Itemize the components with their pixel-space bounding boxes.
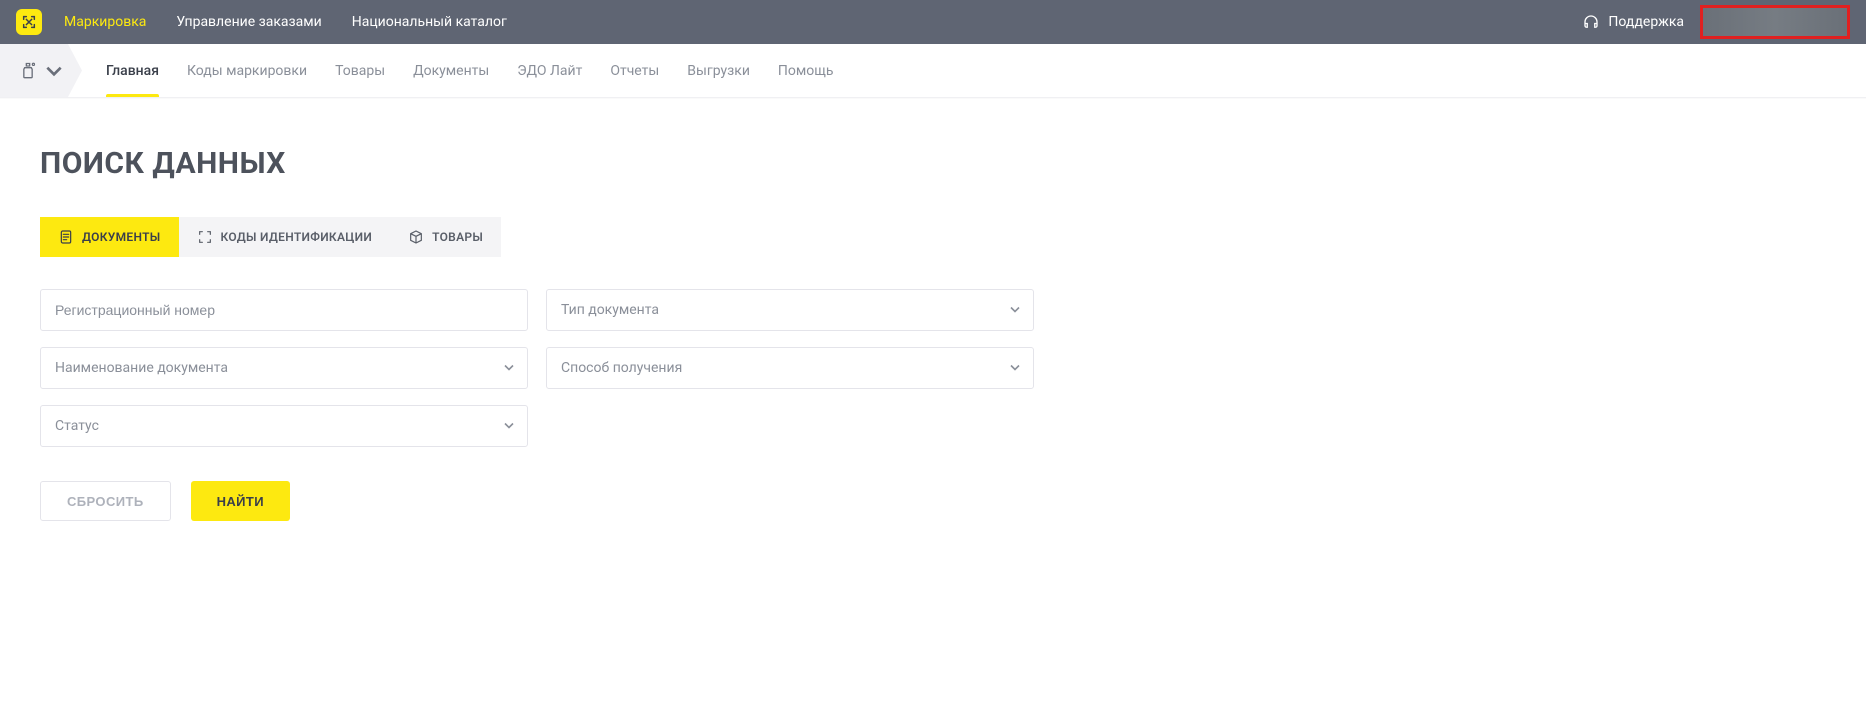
tab-edo-lite[interactable]: ЭДО Лайт — [517, 44, 582, 97]
top-nav-marking[interactable]: Маркировка — [64, 14, 146, 30]
doc-name-placeholder: Наименование документа — [55, 360, 513, 376]
main-content: ПОИСК ДАННЫХ ДОКУМЕНТЫ КОДЫ ИДЕНТИФИКАЦИ… — [0, 98, 1866, 561]
tab-documents[interactable]: Документы — [413, 44, 489, 97]
receive-method-placeholder: Способ получения — [561, 360, 1019, 376]
filter-tab-id-codes[interactable]: КОДЫ ИДЕНТИФИКАЦИИ — [179, 217, 391, 257]
support-link[interactable]: Поддержка — [1582, 13, 1684, 31]
sub-header: Главная Коды маркировки Товары Документы… — [0, 44, 1866, 98]
top-nav-catalog[interactable]: Национальный каталог — [352, 14, 507, 30]
top-header: Маркировка Управление заказами Националь… — [0, 0, 1866, 44]
filter-tab-documents[interactable]: ДОКУМЕНТЫ — [40, 217, 179, 257]
logo-icon — [21, 14, 37, 30]
form-actions: СБРОСИТЬ НАЙТИ — [40, 481, 1826, 521]
top-nav: Маркировка Управление заказами Националь… — [64, 14, 507, 30]
sub-tabs: Главная Коды маркировки Товары Документы… — [82, 44, 833, 97]
tab-marking-codes[interactable]: Коды маркировки — [187, 44, 307, 97]
top-nav-orders[interactable]: Управление заказами — [176, 14, 321, 30]
filter-tab-documents-label: ДОКУМЕНТЫ — [82, 230, 161, 244]
perfume-bottle-icon — [18, 61, 38, 81]
search-button[interactable]: НАЙТИ — [191, 481, 290, 521]
doc-type-field[interactable]: Тип документа — [546, 289, 1034, 331]
chevron-down-icon — [44, 61, 64, 81]
tab-goods[interactable]: Товары — [335, 44, 385, 97]
user-account-redacted[interactable] — [1700, 5, 1850, 39]
filter-tabs: ДОКУМЕНТЫ КОДЫ ИДЕНТИФИКАЦИИ ТОВАРЫ — [40, 217, 1826, 257]
doc-type-placeholder: Тип документа — [561, 302, 1019, 318]
app-logo[interactable] — [16, 9, 42, 35]
headset-icon — [1582, 13, 1600, 31]
status-field[interactable]: Статус — [40, 405, 528, 447]
scan-icon — [197, 229, 213, 245]
tab-help[interactable]: Помощь — [778, 44, 834, 97]
tab-main[interactable]: Главная — [106, 44, 159, 97]
search-form: Тип документа Наименование документа Спо… — [40, 289, 1826, 447]
tab-exports[interactable]: Выгрузки — [687, 44, 750, 97]
category-selector[interactable] — [0, 44, 82, 97]
page-title: ПОИСК ДАННЫХ — [40, 146, 1826, 181]
document-icon — [58, 229, 74, 245]
tab-reports[interactable]: Отчеты — [610, 44, 659, 97]
support-label: Поддержка — [1608, 14, 1684, 30]
filter-tab-id-codes-label: КОДЫ ИДЕНТИФИКАЦИИ — [221, 230, 373, 244]
box-icon — [408, 229, 424, 245]
registration-number-field[interactable] — [40, 289, 528, 331]
filter-tab-goods-label: ТОВАРЫ — [432, 230, 483, 244]
doc-name-field[interactable]: Наименование документа — [40, 347, 528, 389]
filter-tab-goods[interactable]: ТОВАРЫ — [390, 217, 501, 257]
status-placeholder: Статус — [55, 418, 513, 434]
reset-button[interactable]: СБРОСИТЬ — [40, 481, 171, 521]
registration-number-input[interactable] — [55, 302, 513, 318]
receive-method-field[interactable]: Способ получения — [546, 347, 1034, 389]
